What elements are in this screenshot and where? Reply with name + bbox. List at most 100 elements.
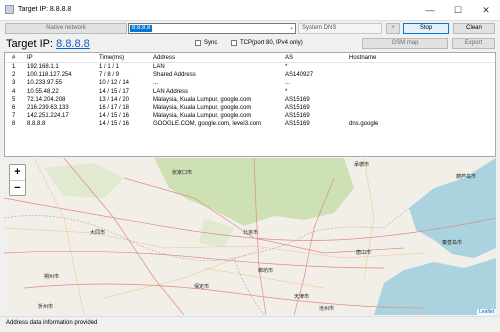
tcp-label: TCP(port 80, IPv4 only) <box>240 40 303 46</box>
row-ip: 216.239.63.133 <box>27 105 69 111</box>
map-label-zhangjiakou: 张家口市 <box>172 169 192 176</box>
target-ip-prefix: Target IP: <box>6 38 54 50</box>
system-dns-field[interactable]: System DNS <box>298 23 382 34</box>
row-address: LAN <box>153 64 165 70</box>
column-header-time[interactable]: Time(ms) <box>99 55 124 61</box>
map-label-xinzhou: 忻州市 <box>38 303 53 310</box>
chevron-down-icon[interactable]: ⌄ <box>289 24 294 33</box>
table-header: # IP Time(ms) Address AS Hostname <box>5 53 495 63</box>
minimize-button[interactable]: — <box>416 0 444 20</box>
title-bar: Target IP: 8.8.8.8 — ☐ ✕ <box>0 0 500 21</box>
row-index: 5 <box>12 96 16 103</box>
column-header-index[interactable]: # <box>12 55 15 61</box>
tcp-checkbox-box[interactable] <box>231 40 237 46</box>
row-as: AS140927 <box>285 72 314 79</box>
trace-table[interactable]: # IP Time(ms) Address AS Hostname 1 192.1… <box>4 52 496 157</box>
target-ip-heading: Target IP: 8.8.8.8 <box>6 38 90 50</box>
map-label-tangshan: 唐山市 <box>356 249 371 256</box>
map-label-chengde: 承德市 <box>354 161 369 168</box>
row-ip: 192.168.1.1 <box>27 64 59 70</box>
target-input-value: 8.8.8.8 <box>130 25 153 32</box>
map-label-cangzhou: 沧州市 <box>319 305 334 312</box>
export-button[interactable]: Export <box>452 38 495 49</box>
clean-button[interactable]: Clean <box>453 23 495 34</box>
row-as: AS15169 <box>285 113 310 120</box>
status-text: Address data information provided <box>6 320 98 326</box>
app-icon <box>5 5 14 14</box>
add-button[interactable]: + <box>386 23 400 34</box>
map-label-datong: 大同市 <box>90 229 105 236</box>
row-address: Shared Address <box>153 72 196 79</box>
row-address: ... <box>153 80 159 87</box>
window-title: Target IP: 8.8.8.8 <box>18 6 72 13</box>
map-canvas: 张家口市 承德市 葫芦岛市 大同市 北京市 秦皇岛市 唐山市 保定市 天津市 廊… <box>4 158 496 315</box>
row-time: 7 / 8 / 9 <box>99 72 120 79</box>
native-network-button[interactable]: Native network <box>5 23 127 34</box>
maximize-button[interactable]: ☐ <box>444 0 472 20</box>
row-as: * <box>285 88 288 95</box>
sync-label: Sync <box>204 40 218 46</box>
table-row[interactable]: 6 216.239.63.133 16 / 17 / 18 Malaysia, Kua… <box>5 105 495 113</box>
row-hostname: dns.google <box>349 121 379 128</box>
row-index: 7 <box>12 113 16 120</box>
row-address: Malaysia, Kuala Lumpur, google.com <box>153 96 252 103</box>
row-time: 16 / 17 / 18 <box>99 105 130 111</box>
row-ip: 100.118.127.254 <box>27 72 72 79</box>
status-bar: Address data information provided <box>0 316 500 332</box>
row-ip: 142.251.224.17 <box>27 113 69 120</box>
map-label-qinhuangdao: 秦皇岛市 <box>442 239 462 246</box>
row-time: 10 / 12 / 14 <box>99 80 130 87</box>
gsm-map-button[interactable]: GSM map <box>362 38 448 49</box>
row-time: 1 / 1 / 1 <box>99 64 120 70</box>
zoom-control: + − <box>9 164 26 196</box>
sync-checkbox[interactable]: Sync <box>195 40 217 46</box>
map-label-huludao: 葫芦岛市 <box>456 173 476 180</box>
row-index: 2 <box>12 72 16 79</box>
zoom-in-button[interactable]: + <box>10 165 25 181</box>
map-label-langfang: 廊坊市 <box>258 267 273 274</box>
row-time: 14 / 15 / 16 <box>99 113 130 120</box>
target-ip-link[interactable]: 8.8.8.8 <box>56 38 90 50</box>
map-label-beijing: 北京市 <box>243 229 258 236</box>
sync-checkbox-box[interactable] <box>195 40 201 46</box>
row-as: AS15169 <box>285 121 310 128</box>
row-as: AS15169 <box>285 96 310 103</box>
row-index: 1 <box>12 64 16 70</box>
table-row[interactable]: 4 10.55.48.22 14 / 15 / 17 LAN Address * <box>5 89 495 97</box>
close-button[interactable]: ✕ <box>472 0 500 20</box>
row-index: 6 <box>12 105 16 111</box>
row-as: ... <box>285 80 291 87</box>
row-as: AS15169 <box>285 105 310 111</box>
table-row[interactable]: 7 142.251.224.17 14 / 15 / 16 Malaysia, Kua… <box>5 113 495 121</box>
map-view[interactable]: 张家口市 承德市 葫芦岛市 大同市 北京市 秦皇岛市 唐山市 保定市 天津市 廊… <box>4 158 496 315</box>
row-ip: 10.233.97.55 <box>27 80 63 87</box>
table-row[interactable]: 8 8.8.8.8 14 / 15 / 16 GOOGLE.COM, google.c… <box>5 121 495 129</box>
row-time: 14 / 15 / 17 <box>99 88 130 95</box>
column-header-address[interactable]: Address <box>153 55 175 61</box>
row-as: * <box>285 64 288 70</box>
column-header-ip[interactable]: IP <box>27 55 33 61</box>
table-row[interactable]: 1 192.168.1.1 1 / 1 / 1 LAN * <box>5 64 495 72</box>
row-address: LAN Address <box>153 88 189 95</box>
row-index: 3 <box>12 80 16 87</box>
row-ip: 10.55.48.22 <box>27 88 59 95</box>
row-time: 13 / 14 / 20 <box>99 96 130 103</box>
column-header-as[interactable]: AS <box>285 55 293 61</box>
map-label-baoding: 保定市 <box>194 283 209 290</box>
zoom-out-button[interactable]: − <box>10 181 25 196</box>
column-header-hostname[interactable]: Hostname <box>349 55 376 61</box>
row-address: Malaysia, Kuala Lumpur, google.com <box>153 105 252 111</box>
row-ip: 8.8.8.8 <box>27 121 46 128</box>
table-row[interactable]: 5 72.14.204.208 13 / 14 / 20 Malaysia, Kual… <box>5 97 495 105</box>
row-address: GOOGLE.COM, google.com, level3.com <box>153 121 262 128</box>
map-label-tianjin: 天津市 <box>294 293 309 300</box>
row-time: 14 / 15 / 16 <box>99 121 130 128</box>
tcp-checkbox[interactable]: TCP(port 80, IPv4 only) <box>231 40 303 46</box>
map-attribution-link[interactable]: Leaflet <box>476 309 496 315</box>
target-combobox[interactable]: 8.8.8.8 ⌄ <box>128 23 296 34</box>
row-index: 4 <box>12 88 16 95</box>
table-row[interactable]: 3 10.233.97.55 10 / 12 / 14...... <box>5 80 495 88</box>
table-row[interactable]: 2 100.118.127.254 7 / 8 / 9 Shared Address A… <box>5 72 495 80</box>
stop-button[interactable]: Stop <box>403 23 449 34</box>
row-index: 8 <box>12 121 16 128</box>
